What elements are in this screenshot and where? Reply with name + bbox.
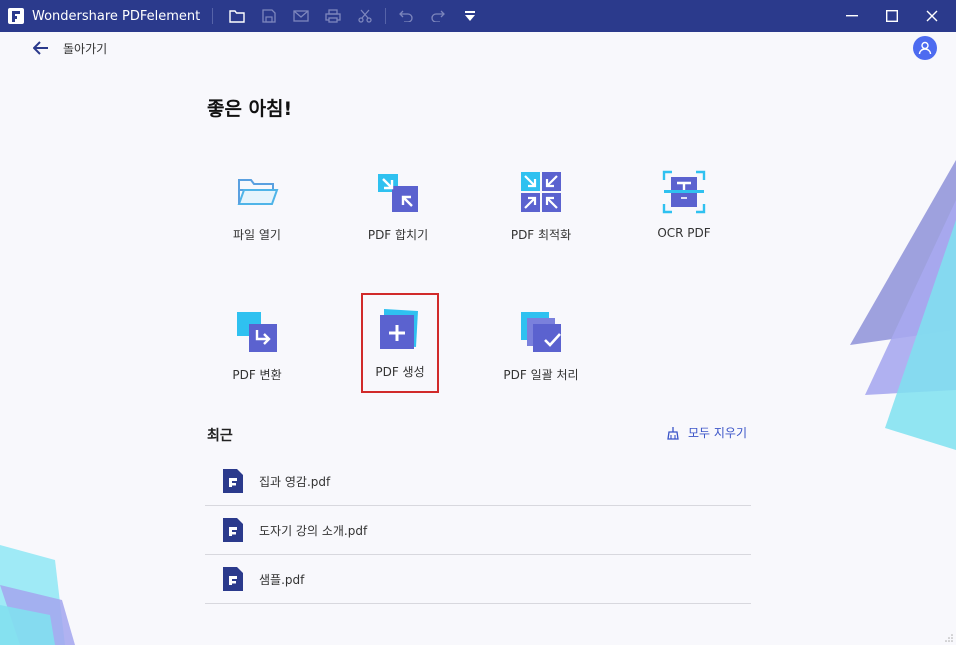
- arrow-left-icon: [33, 41, 48, 55]
- scissors-icon[interactable]: [349, 0, 381, 32]
- toolbar-divider: [385, 8, 387, 24]
- tile-label: PDF 변환: [232, 368, 282, 382]
- file-name: 샘플.pdf: [259, 572, 305, 587]
- title-bar: Wondershare PDFelement: [0, 0, 956, 32]
- create-pdf-icon: [380, 309, 418, 349]
- tile-label: 파일 열기: [233, 228, 281, 242]
- print-icon[interactable]: [317, 0, 349, 32]
- clear-all-label: 모두 지우기: [688, 426, 748, 440]
- file-name: 도자기 강의 소개.pdf: [259, 523, 368, 538]
- tile-label: OCR PDF: [657, 226, 711, 240]
- open-file-tile[interactable]: 파일 열기: [218, 160, 296, 258]
- app-title: Wondershare PDFelement: [32, 8, 201, 24]
- recent-file-list: 집과 영감.pdf 도자기 강의 소개.pdf 샘플.pdf: [205, 457, 751, 604]
- recent-file-item[interactable]: 샘플.pdf: [205, 555, 751, 604]
- mail-icon[interactable]: [285, 0, 317, 32]
- user-avatar-button[interactable]: [913, 36, 937, 60]
- recent-file-item[interactable]: 도자기 강의 소개.pdf: [205, 506, 751, 555]
- ocr-pdf-tile[interactable]: OCR PDF: [645, 160, 723, 258]
- combine-pdf-icon: [378, 174, 418, 212]
- optimize-pdf-icon: [521, 172, 561, 212]
- save-icon[interactable]: [253, 0, 285, 32]
- broom-icon: [667, 426, 679, 440]
- user-icon: [918, 41, 932, 55]
- decor-right-shapes: [850, 160, 956, 450]
- window-controls: [834, 0, 956, 32]
- optimize-pdf-tile[interactable]: PDF 최적화: [502, 160, 580, 258]
- create-pdf-tile[interactable]: PDF 생성: [361, 293, 439, 393]
- file-name: 집과 영감.pdf: [259, 474, 331, 489]
- combine-pdf-tile[interactable]: PDF 합치기: [359, 160, 437, 258]
- back-label: 돌아가기: [63, 41, 108, 56]
- minimize-icon[interactable]: [834, 0, 870, 32]
- convert-pdf-icon: [237, 312, 277, 352]
- batch-process-tile[interactable]: PDF 일괄 처리: [502, 300, 580, 398]
- undo-icon[interactable]: [390, 0, 422, 32]
- pdf-file-icon: [223, 469, 243, 493]
- recent-section-title: 최근: [207, 428, 233, 444]
- pdfelement-logo-icon: [8, 8, 24, 24]
- pdf-file-icon: [223, 518, 243, 542]
- close-icon[interactable]: [914, 0, 950, 32]
- convert-pdf-tile[interactable]: PDF 변환: [218, 300, 296, 398]
- resize-grip-icon[interactable]: [944, 633, 954, 643]
- redo-icon[interactable]: [422, 0, 454, 32]
- recent-file-item[interactable]: 집과 영감.pdf: [205, 457, 751, 506]
- open-folder-icon[interactable]: [221, 0, 253, 32]
- pdf-file-icon: [223, 567, 243, 591]
- greeting-title: 좋은 아침!: [207, 98, 293, 120]
- tile-label: PDF 생성: [375, 365, 425, 379]
- batch-process-icon: [521, 312, 561, 352]
- folder-open-icon: [237, 179, 279, 205]
- maximize-icon[interactable]: [874, 0, 910, 32]
- tile-label: PDF 합치기: [367, 228, 429, 242]
- decor-left-shapes: [0, 545, 75, 645]
- tile-label: PDF 최적화: [510, 228, 572, 242]
- quick-access-dropdown-icon[interactable]: [454, 0, 486, 32]
- toolbar-divider: [212, 8, 214, 24]
- clear-all-button[interactable]: 모두 지우기: [666, 424, 747, 441]
- back-button[interactable]: 돌아가기: [33, 40, 107, 56]
- tile-label: PDF 일괄 처리: [503, 368, 579, 382]
- ocr-icon: [662, 170, 706, 214]
